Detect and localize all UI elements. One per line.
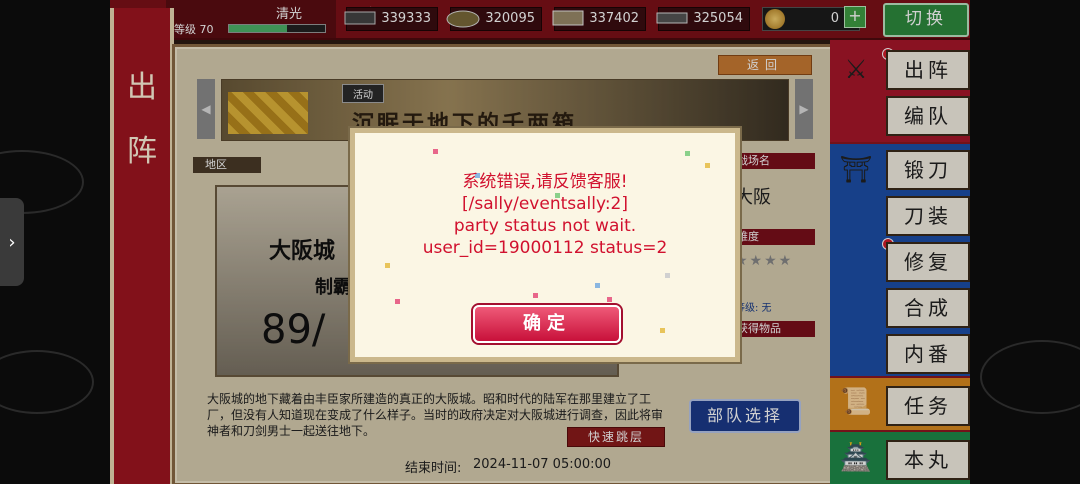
background-swirl [0,350,94,414]
error-line-2: [/sally/eventsally:2] [461,194,628,214]
side-expand-tab[interactable]: › [0,198,24,286]
error-message: 系统错误,请反馈客服! [/sally/eventsally:2] party … [355,171,735,259]
confirm-button[interactable]: 确定 [473,305,621,343]
error-dialog: 系统错误,请反馈客服! [/sally/eventsally:2] party … [350,128,740,362]
chevron-right-icon: › [8,231,16,253]
game-screen: 清光 队 等级 70 339333 320095 337402 325054 0… [110,0,970,484]
background-swirl [980,340,1080,414]
error-line-4: user_id=19000112 status=2 [422,238,668,258]
error-line-3: party status not wait. [453,216,637,236]
error-line-1: 系统错误,请反馈客服! [462,172,628,192]
